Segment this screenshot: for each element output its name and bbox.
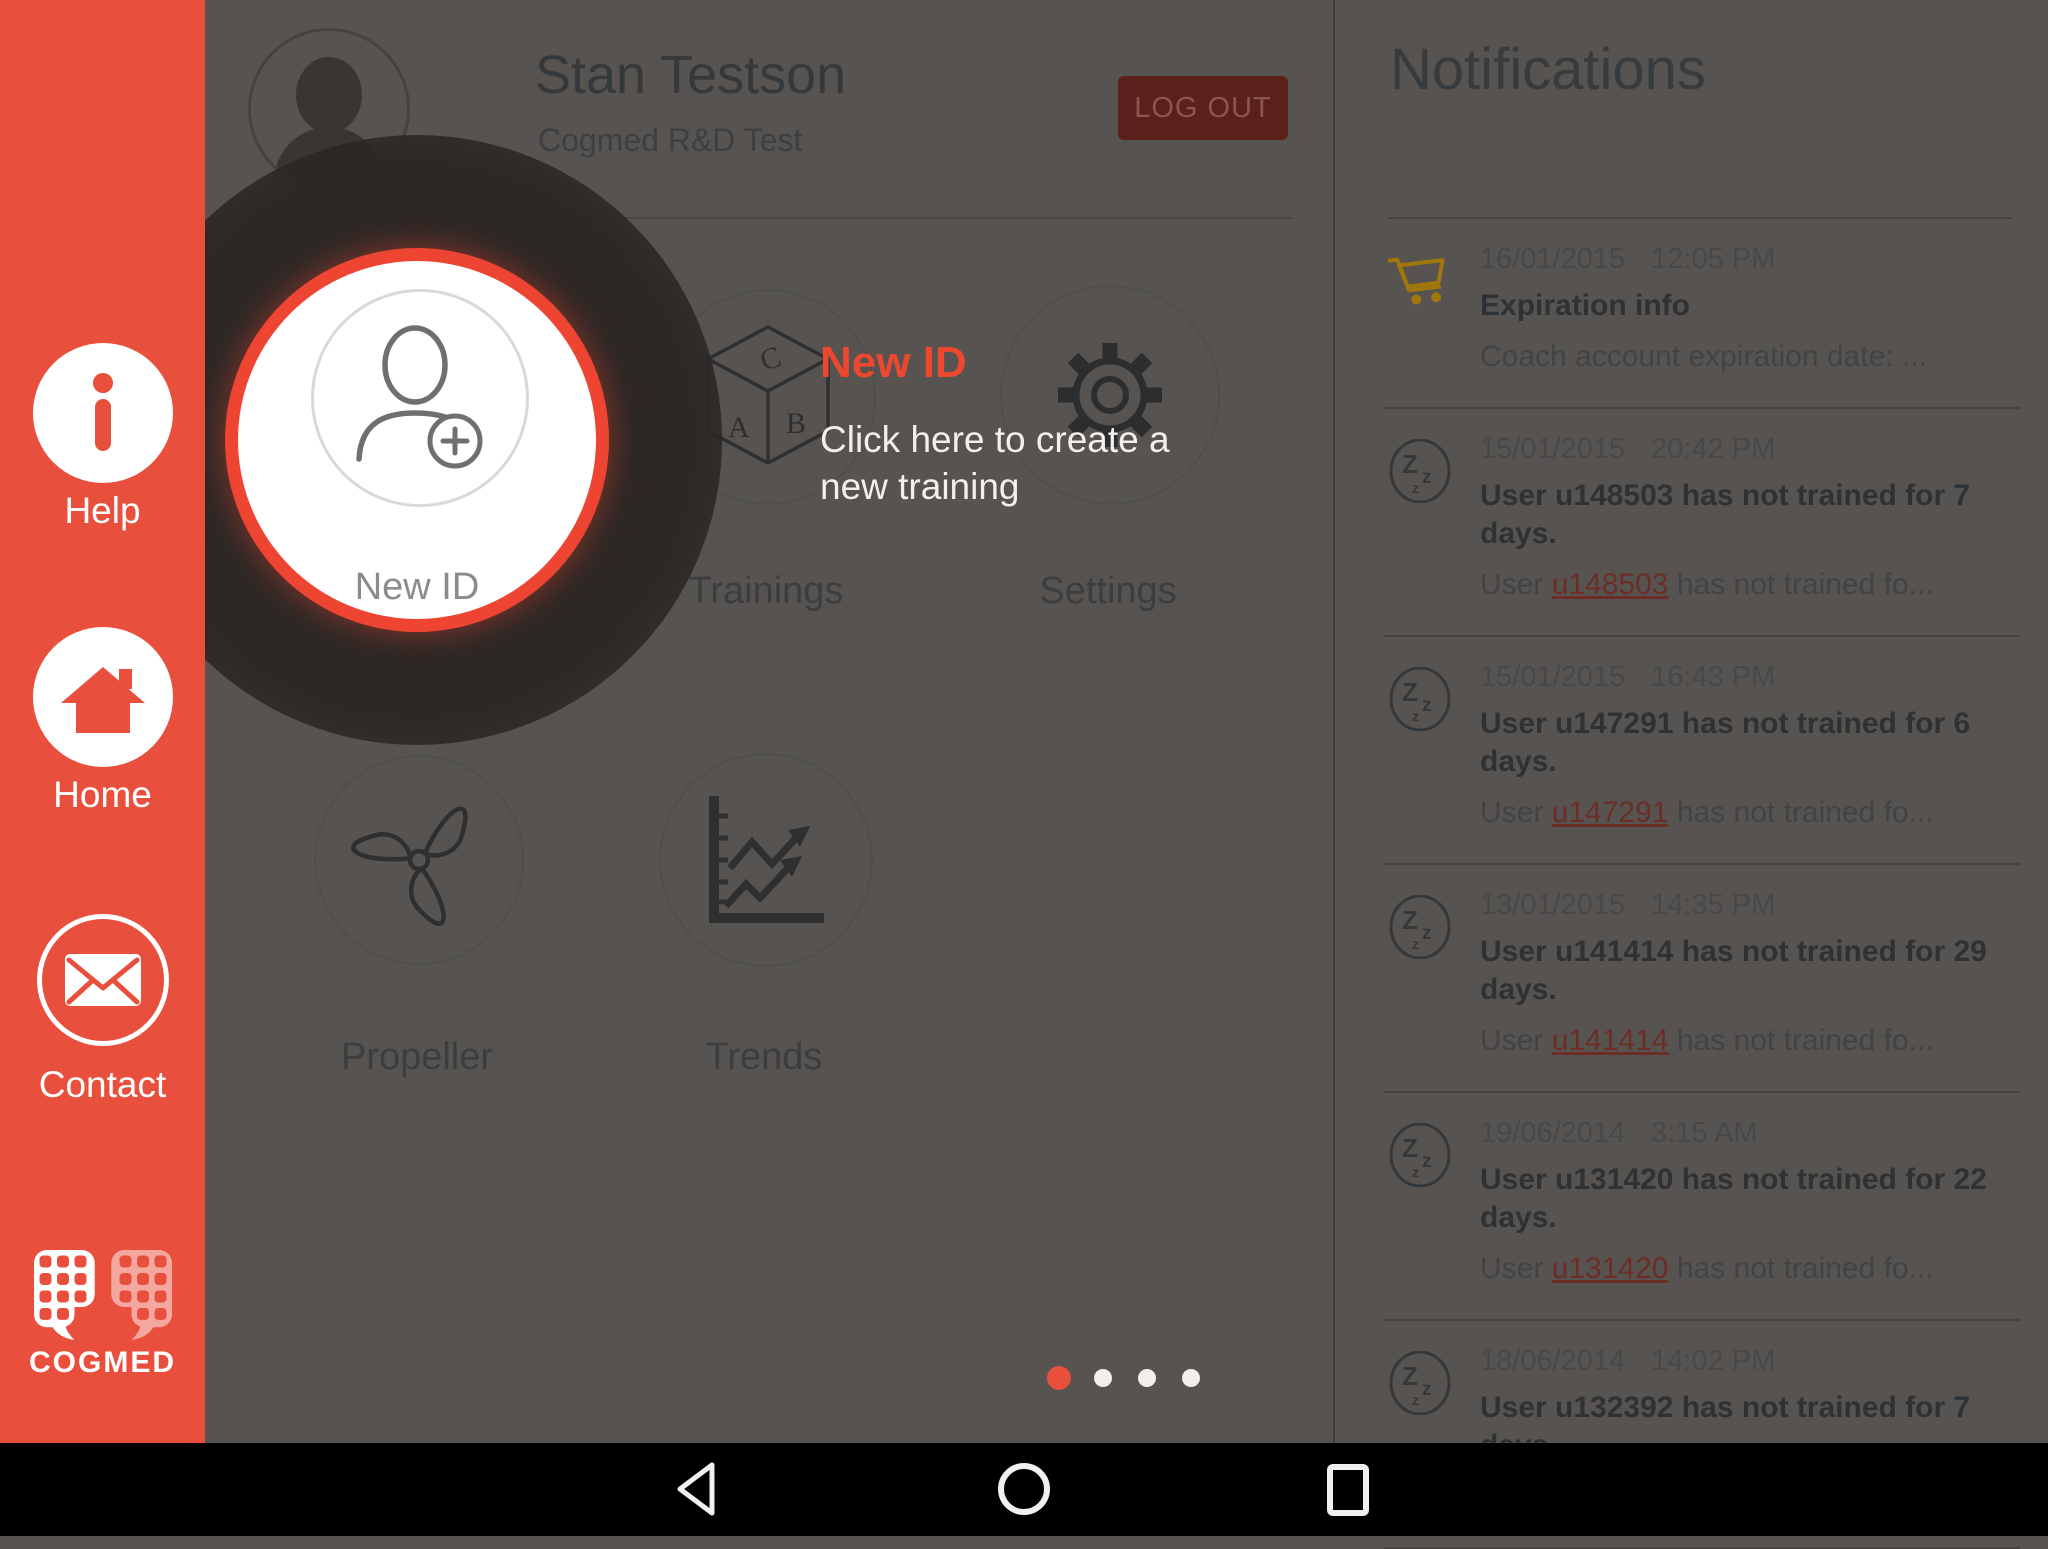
tooltip-body: Click here to create a new training xyxy=(820,416,1170,510)
notification-date: 13/01/201514:35 PM xyxy=(1480,887,2020,923)
cart-icon xyxy=(1388,249,1452,313)
svg-text:Z: Z xyxy=(1402,449,1418,479)
cogmed-logo: COGMED xyxy=(0,1250,205,1380)
sleep-zzz-icon: Z z z xyxy=(1388,1123,1452,1187)
notification-body: User u131420 has not trained fo... xyxy=(1480,1249,2020,1289)
sidebar-item-contact[interactable]: Contact xyxy=(0,914,205,1129)
info-icon xyxy=(33,343,173,483)
sidebar-item-help[interactable]: Help xyxy=(0,343,205,553)
svg-text:z: z xyxy=(1422,1151,1432,1172)
svg-text:z: z xyxy=(1422,695,1432,716)
notification-date: 19/06/20143:15 AM xyxy=(1480,1115,2020,1151)
notification-date: 16/01/201512:05 PM xyxy=(1480,241,2020,277)
android-home-icon[interactable] xyxy=(996,1461,1052,1517)
sleep-zzz-icon: Z z z xyxy=(1388,1351,1452,1415)
user-id-link[interactable]: u147291 xyxy=(1552,796,1669,829)
svg-text:z: z xyxy=(1412,936,1419,952)
grid-label-trends: Trends xyxy=(664,1036,864,1079)
notification-body: Coach account expiration date: ... xyxy=(1480,337,2020,377)
notification-title: User u131420 has not trained for 22 days… xyxy=(1480,1161,2020,1237)
sleep-zzz-icon: Z z z xyxy=(1388,895,1452,959)
user-id-link[interactable]: u148503 xyxy=(1552,568,1669,601)
svg-text:z: z xyxy=(1412,480,1419,496)
grid-label-settings: Settings xyxy=(1008,570,1208,613)
sidebar: Help Home Conta xyxy=(0,0,205,1443)
logout-button[interactable]: LOG OUT xyxy=(1118,76,1288,140)
person-plus-icon xyxy=(314,292,520,498)
trends-chart-icon xyxy=(661,755,871,965)
pager-dot-2[interactable] xyxy=(1094,1369,1112,1387)
pager-dot-4[interactable] xyxy=(1182,1369,1200,1387)
svg-text:z: z xyxy=(1422,467,1432,488)
svg-text:Z: Z xyxy=(1402,1361,1418,1391)
grid-label-propeller: Propeller xyxy=(317,1036,517,1079)
envelope-icon xyxy=(37,914,169,1046)
home-icon xyxy=(33,627,173,767)
cogmed-logo-text: COGMED xyxy=(0,1346,205,1380)
user-id-link[interactable]: u131420 xyxy=(1552,1252,1669,1285)
notification-title: User u141414 has not trained for 29 days… xyxy=(1480,933,2020,1009)
svg-text:z: z xyxy=(1412,1392,1419,1408)
svg-text:B: B xyxy=(786,407,806,440)
sidebar-label-help: Help xyxy=(0,490,205,532)
cogmed-logo-icon xyxy=(28,1250,178,1342)
new-id-inner-circle xyxy=(311,289,529,507)
tutorial-tooltip: New ID Click here to create a new traini… xyxy=(820,338,1170,510)
sleep-zzz-icon: Z z z xyxy=(1388,667,1452,731)
svg-text:z: z xyxy=(1422,1379,1432,1400)
notification-title: User u147291 has not trained for 6 days. xyxy=(1480,705,2020,781)
sidebar-label-home: Home xyxy=(0,774,205,816)
notification-date: 15/01/201516:43 PM xyxy=(1480,659,2020,695)
svg-text:Z: Z xyxy=(1402,1133,1418,1163)
notification-entry[interactable]: Z z z 16/01/201512:05 PM Expiration info… xyxy=(1384,219,2020,409)
svg-text:Z: Z xyxy=(1402,905,1418,935)
svg-text:z: z xyxy=(1412,708,1419,724)
user-name: Stan Testson xyxy=(535,44,846,106)
notification-body: User u148503 has not trained fo... xyxy=(1480,565,2020,605)
logout-label: LOG OUT xyxy=(1134,92,1272,125)
grid-item-trends[interactable] xyxy=(659,753,873,967)
notification-entry[interactable]: Z z z 19/06/20143:15 AM User u131420 has… xyxy=(1384,1093,2020,1321)
notification-entry[interactable]: Z z z 15/01/201516:43 PM User u147291 ha… xyxy=(1384,637,2020,865)
notification-entry[interactable]: Z z z 15/01/201520:42 PM User u148503 ha… xyxy=(1384,409,2020,637)
pager-dot-active[interactable] xyxy=(1047,1366,1071,1390)
grid-label-new-id: New ID xyxy=(317,566,517,609)
svg-text:Z: Z xyxy=(1402,677,1418,707)
sidebar-label-contact: Contact xyxy=(0,1064,205,1106)
notification-title: Expiration info xyxy=(1480,287,2020,325)
android-back-icon[interactable] xyxy=(674,1462,718,1516)
notification-date: 15/01/201520:42 PM xyxy=(1480,431,2020,467)
notification-date: 18/06/201414:02 PM xyxy=(1480,1343,2020,1379)
user-id-link[interactable]: u141414 xyxy=(1552,1024,1669,1057)
notifications-title: Notifications xyxy=(1390,36,1706,103)
pager-dot-3[interactable] xyxy=(1138,1369,1156,1387)
svg-text:z: z xyxy=(1412,1164,1419,1180)
sidebar-item-home[interactable]: Home xyxy=(0,627,205,837)
sleep-zzz-icon: Z z z xyxy=(1388,439,1452,503)
notification-body: User u147291 has not trained fo... xyxy=(1480,793,2020,833)
notification-entry[interactable]: Z z z 13/01/201514:35 PM User u141414 ha… xyxy=(1384,865,2020,1093)
tooltip-title: New ID xyxy=(820,338,1170,388)
notifications-list[interactable]: Z z z 16/01/201512:05 PM Expiration info… xyxy=(1384,219,2020,1549)
svg-text:z: z xyxy=(1422,923,1432,944)
notification-body: User u141414 has not trained fo... xyxy=(1480,1021,2020,1061)
notification-title: User u148503 has not trained for 7 days. xyxy=(1480,477,2020,553)
android-recents-icon[interactable] xyxy=(1326,1464,1370,1516)
